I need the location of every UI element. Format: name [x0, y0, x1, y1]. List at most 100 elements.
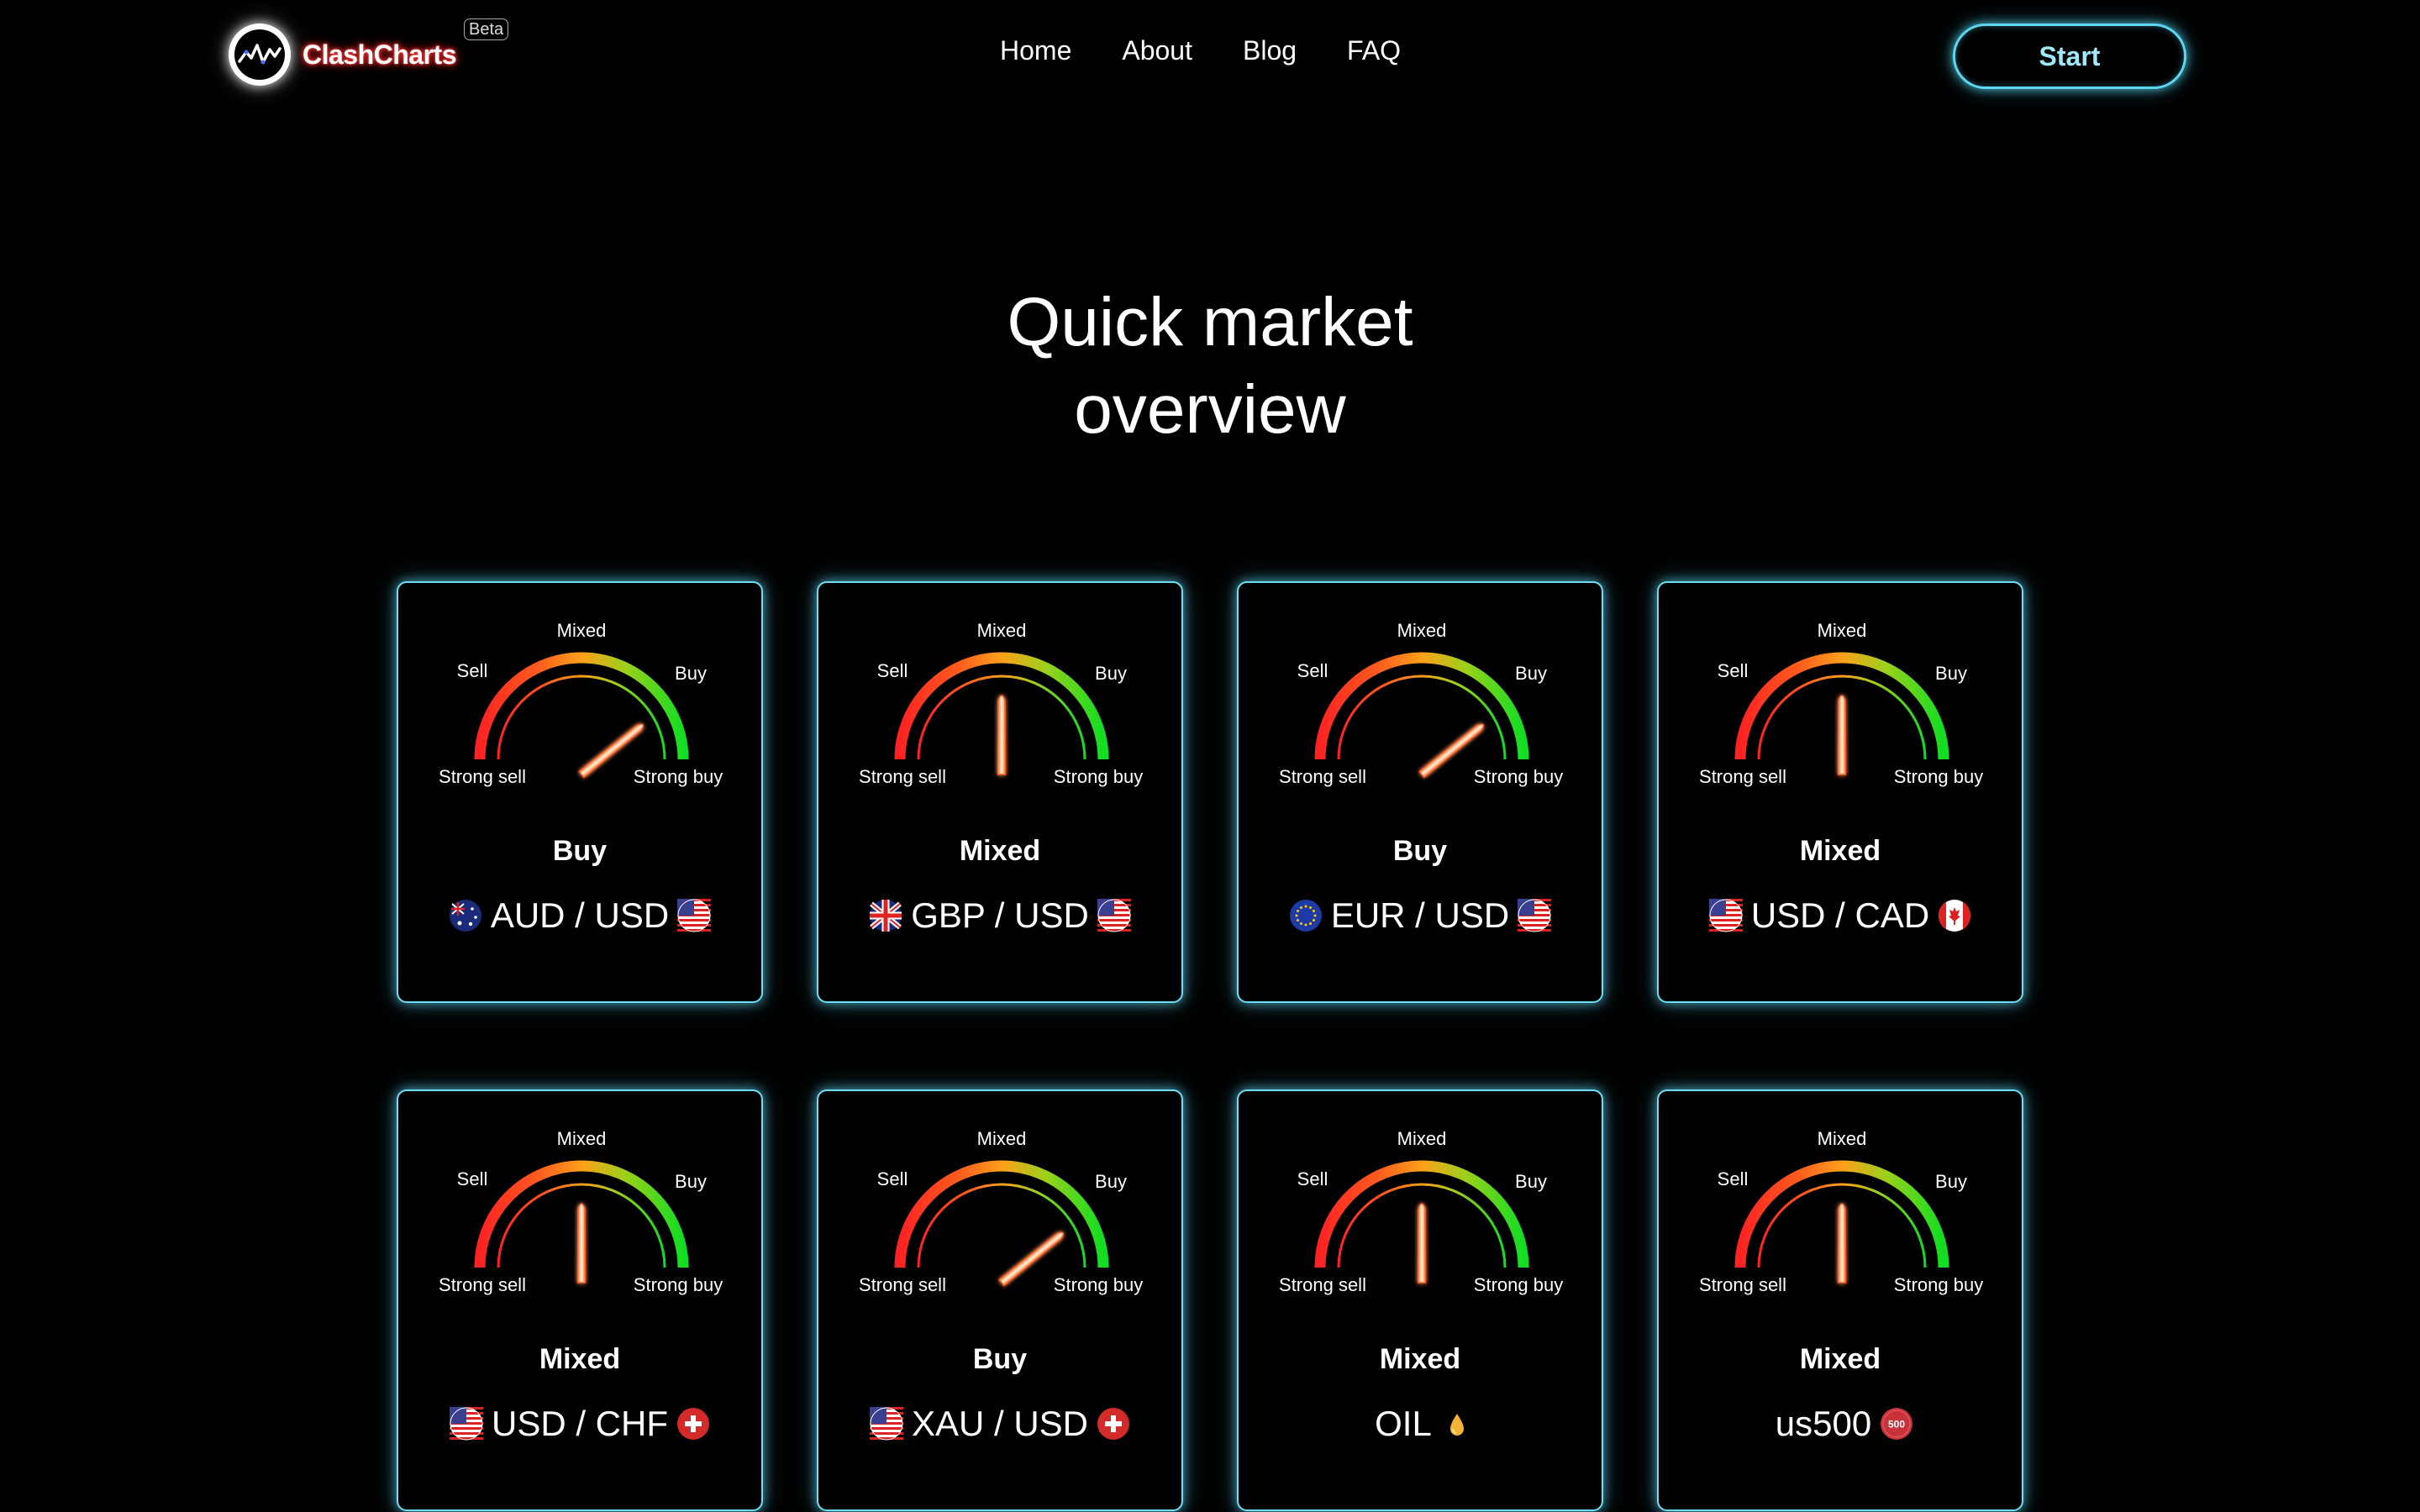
usa-flag-icon [677, 899, 712, 932]
gauge-label-sell: Sell [1718, 660, 1749, 681]
gauge-label-strong-sell: Strong sell [859, 1274, 946, 1295]
usa-flag-icon [1518, 899, 1552, 932]
gauge-label-strong-buy: Strong buy [634, 766, 723, 787]
gauge-label-strong-buy: Strong buy [1054, 1274, 1143, 1295]
australia-flag-icon [449, 899, 482, 932]
gauge-label-buy: Buy [675, 663, 707, 684]
beta-badge: Beta [464, 18, 509, 40]
start-button[interactable]: Start [1953, 24, 2186, 89]
gauge-label-mixed: Mixed [1818, 1128, 1867, 1149]
gauge-arc-outer [894, 1160, 1109, 1268]
instrument-label: us500 [1775, 1404, 1872, 1443]
page-title-line-2: overview [1074, 371, 1346, 448]
nav-link-about[interactable]: About [1122, 35, 1192, 66]
gauge-label-buy: Buy [1935, 663, 1967, 684]
nav-link-faq[interactable]: FAQ [1347, 35, 1401, 66]
signal-label: Mixed [1799, 1343, 1881, 1375]
gauge-label-strong-buy: Strong buy [1894, 1274, 1983, 1295]
gauge-needle [1837, 1203, 1847, 1284]
gauge-label-mixed: Mixed [977, 1128, 1027, 1149]
market-card[interactable]: Mixed Sell Buy Strong sell Strong buy Mixed US… [1657, 581, 2023, 1003]
usa-flag-icon [1708, 899, 1743, 932]
wave-chart-icon [229, 24, 291, 86]
signal-label: Mixed [959, 835, 1041, 867]
gauge-arc-outer [1314, 652, 1529, 760]
gauge-label-mixed: Mixed [557, 1128, 607, 1149]
gauge-label-buy: Buy [1095, 1171, 1127, 1192]
gauge-label-strong-buy: Strong buy [1894, 766, 1983, 787]
instrument-pair: AUD / USD [398, 895, 761, 936]
sentiment-gauge: Mixed Sell Buy Strong sell Strong buy [439, 1128, 723, 1295]
signal-label: Buy [552, 835, 608, 867]
signal-label: Mixed [1379, 1343, 1461, 1375]
market-card[interactable]: Mixed Sell Buy Strong sell Strong buy Mixed us… [1657, 1089, 2023, 1511]
gauge-label-buy: Buy [1515, 1171, 1547, 1192]
gauge-needle [997, 695, 1007, 775]
market-card[interactable]: Mixed Sell Buy Strong sell Strong buy Buy XAU … [817, 1089, 1183, 1511]
uk-flag-icon [869, 899, 902, 932]
instrument-label: USD / CHF [492, 1404, 668, 1443]
instrument-pair: USD / CAD [1659, 895, 2022, 936]
gauge-arc-inner [917, 1183, 1086, 1268]
gauge-arc-outer [474, 652, 689, 760]
market-card[interactable]: Mixed Sell Buy Strong sell Strong buy Mixed OI… [1237, 1089, 1603, 1511]
brand-name: ClashCharts [302, 39, 457, 70]
instrument-pair: USD / CHF [398, 1404, 761, 1444]
nav-link-home[interactable]: Home [1000, 35, 1071, 66]
signal-label: Mixed [1799, 835, 1881, 867]
gauge-label-buy: Buy [675, 1171, 707, 1192]
gauge-label-sell: Sell [1297, 1168, 1328, 1189]
instrument-label: EUR / USD [1330, 895, 1510, 935]
gauge-label-buy: Buy [1095, 663, 1127, 684]
market-card[interactable]: Mixed Sell Buy Strong sell Strong buy Mixed US… [397, 1089, 763, 1511]
gauge-label-strong-buy: Strong buy [1474, 1274, 1563, 1295]
gauge-label-sell: Sell [457, 1168, 488, 1189]
signal-label: Mixed [539, 1343, 621, 1375]
gauge-label-mixed: Mixed [557, 620, 607, 641]
gauge-needle [1417, 1203, 1427, 1284]
gauge-label-strong-sell: Strong sell [1699, 766, 1786, 787]
gauge-label-sell: Sell [877, 660, 908, 681]
gauge-label-mixed: Mixed [1818, 620, 1867, 641]
gauge-label-strong-buy: Strong buy [1054, 766, 1143, 787]
gauge-label-buy: Buy [1515, 663, 1547, 684]
market-card[interactable]: Mixed Sell Buy Strong sell Strong buy Buy AUD … [397, 581, 763, 1003]
us500-badge-text: 500 [1888, 1419, 1905, 1431]
eu-flag-icon [1289, 899, 1323, 932]
market-card[interactable]: Mixed Sell Buy Strong sell Strong buy Mixed GB… [817, 581, 1183, 1003]
sentiment-gauge: Mixed Sell Buy Strong sell Strong buy [439, 620, 723, 787]
canada-flag-icon [1938, 899, 1971, 932]
instrument-pair: OIL [1239, 1404, 1602, 1444]
page-title: Quick market overview [0, 279, 2420, 454]
gauge-label-strong-sell: Strong sell [439, 766, 526, 787]
usa-flag-icon [1097, 899, 1131, 932]
nav-link-blog[interactable]: Blog [1243, 35, 1297, 66]
instrument-pair: GBP / USD [818, 895, 1181, 936]
sentiment-gauge: Mixed Sell Buy Strong sell Strong buy [1699, 1128, 1983, 1295]
gauge-label-strong-buy: Strong buy [1474, 766, 1563, 787]
signal-label: Buy [972, 1343, 1028, 1375]
gauge-label-sell: Sell [457, 660, 488, 681]
swiss-flag-icon [676, 1407, 710, 1441]
sentiment-gauge: Mixed Sell Buy Strong sell Strong buy [859, 620, 1143, 787]
market-card[interactable]: Mixed Sell Buy Strong sell Strong buy Buy EUR … [1237, 581, 1603, 1003]
usa-flag-icon [869, 1407, 903, 1441]
brand-logo[interactable]: ClashCharts [229, 17, 457, 92]
instrument-label: XAU / USD [911, 1404, 1089, 1443]
instrument-label: OIL [1375, 1404, 1432, 1443]
signal-label: Buy [1392, 835, 1448, 867]
gauge-label-strong-sell: Strong sell [1699, 1274, 1786, 1295]
gauge-label-strong-buy: Strong buy [634, 1274, 723, 1295]
nav-links: Home About Blog FAQ [1000, 35, 1451, 66]
sentiment-gauge: Mixed Sell Buy Strong sell Strong buy [859, 1128, 1143, 1295]
gauge-label-strong-sell: Strong sell [439, 1274, 526, 1295]
gauge-label-strong-sell: Strong sell [859, 766, 946, 787]
sentiment-gauge: Mixed Sell Buy Strong sell Strong buy [1279, 620, 1563, 787]
gauge-needle [1837, 695, 1847, 775]
gauge-label-sell: Sell [1718, 1168, 1749, 1189]
gauge-label-mixed: Mixed [1397, 620, 1447, 641]
instrument-label: USD / CAD [1750, 895, 1930, 935]
swiss-flag-icon [1097, 1407, 1130, 1441]
gauge-label-strong-sell: Strong sell [1279, 766, 1366, 787]
instrument-pair: XAU / USD [818, 1404, 1181, 1444]
